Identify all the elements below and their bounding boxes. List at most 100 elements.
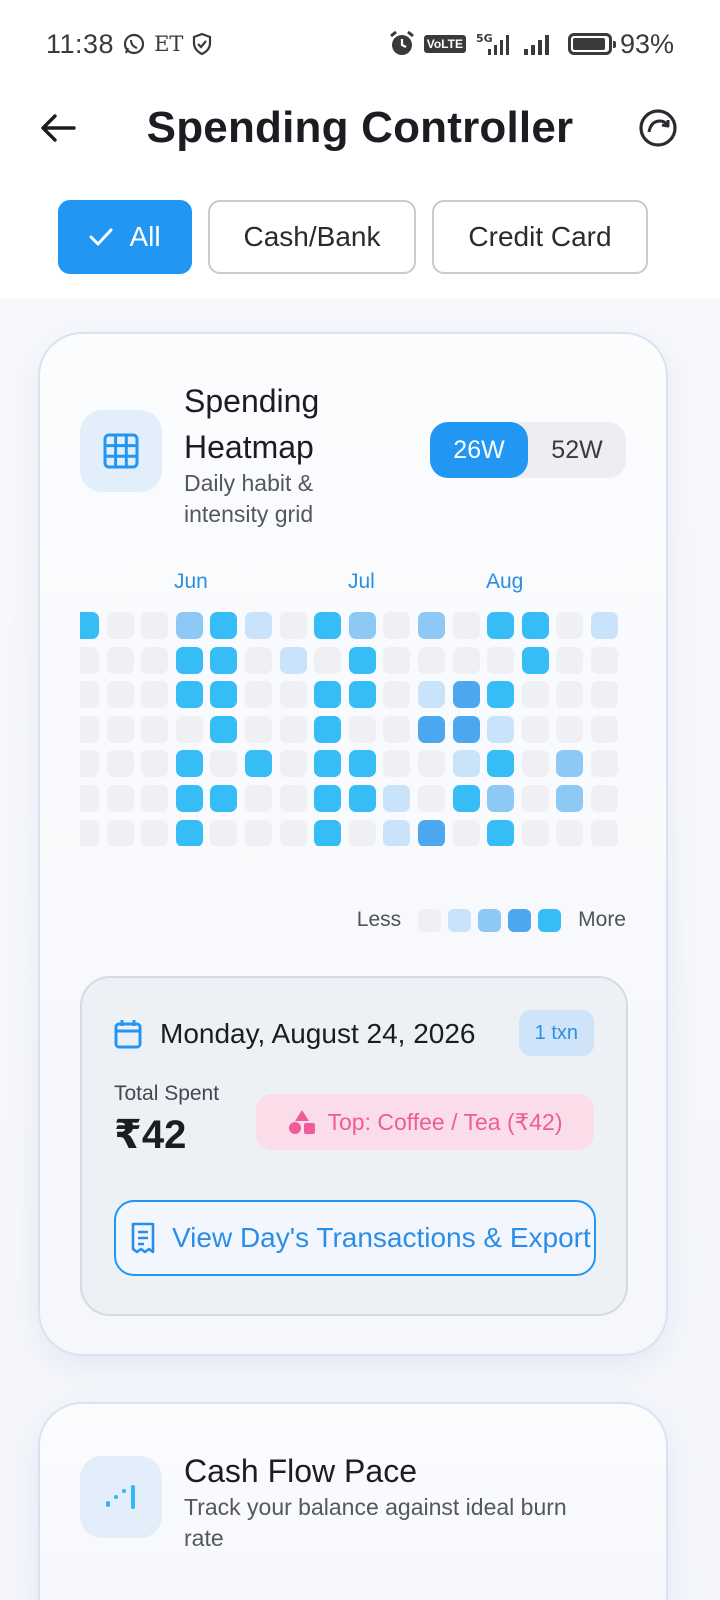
heatmap-cell[interactable] bbox=[279, 785, 307, 812]
heatmap-cell[interactable] bbox=[383, 785, 411, 812]
heatmap-cell[interactable] bbox=[80, 612, 99, 639]
heatmap-cell[interactable] bbox=[141, 785, 169, 812]
heatmap-cell[interactable] bbox=[106, 646, 134, 674]
heatmap-cell[interactable] bbox=[487, 715, 515, 743]
heatmap-cell[interactable] bbox=[175, 715, 203, 743]
range-toggle-52w[interactable]: 52W bbox=[528, 422, 626, 478]
heatmap-cell[interactable] bbox=[245, 785, 272, 812]
heatmap-cell[interactable] bbox=[245, 750, 272, 778]
heatmap-cell[interactable] bbox=[556, 612, 584, 639]
heatmap-cell[interactable] bbox=[106, 785, 134, 812]
heatmap-cell[interactable] bbox=[245, 819, 272, 846]
heatmap-cell[interactable] bbox=[80, 715, 99, 743]
heatmap-cell[interactable] bbox=[591, 785, 618, 812]
heatmap-cell[interactable] bbox=[383, 646, 411, 674]
heatmap-cell[interactable] bbox=[175, 612, 203, 639]
heatmap-cell[interactable] bbox=[591, 750, 618, 778]
heatmap-cell[interactable] bbox=[556, 819, 584, 846]
back-button[interactable] bbox=[36, 106, 80, 150]
heatmap-cell[interactable] bbox=[383, 715, 411, 743]
heatmap-cell[interactable] bbox=[106, 819, 134, 846]
heatmap-cell[interactable] bbox=[383, 819, 411, 846]
range-toggle-26w[interactable]: 26W bbox=[430, 422, 528, 478]
heatmap-cell[interactable] bbox=[487, 646, 515, 674]
heatmap-cell[interactable] bbox=[521, 715, 549, 743]
heatmap-cell[interactable] bbox=[521, 750, 549, 778]
heatmap-cell[interactable] bbox=[279, 681, 307, 709]
heatmap-cell[interactable] bbox=[383, 750, 411, 778]
heatmap-cell[interactable] bbox=[141, 715, 169, 743]
heatmap-cell[interactable] bbox=[591, 646, 618, 674]
heatmap-cell[interactable] bbox=[210, 819, 238, 846]
heatmap-cell[interactable] bbox=[141, 819, 169, 846]
heatmap-cell[interactable] bbox=[106, 612, 134, 639]
heatmap-cell[interactable] bbox=[487, 785, 515, 812]
heatmap-cell[interactable] bbox=[245, 715, 272, 743]
heatmap-cell[interactable] bbox=[210, 681, 238, 709]
heatmap-cell[interactable] bbox=[210, 715, 238, 743]
heatmap-cell[interactable] bbox=[245, 612, 272, 639]
heatmap-cell[interactable] bbox=[348, 681, 376, 709]
heatmap-cell[interactable] bbox=[210, 612, 238, 639]
heatmap-cell[interactable] bbox=[245, 646, 272, 674]
heatmap-cell[interactable] bbox=[141, 681, 169, 709]
heatmap-cell[interactable] bbox=[279, 750, 307, 778]
heatmap-cell[interactable] bbox=[418, 785, 445, 812]
heatmap-cell[interactable] bbox=[279, 612, 307, 639]
heatmap-cell[interactable] bbox=[418, 612, 445, 639]
heatmap-cell[interactable] bbox=[591, 681, 618, 709]
heatmap-cell[interactable] bbox=[80, 681, 99, 709]
heatmap-cell[interactable] bbox=[348, 785, 376, 812]
heatmap-cell[interactable] bbox=[487, 681, 515, 709]
heatmap-cell[interactable] bbox=[348, 715, 376, 743]
heatmap-cell[interactable] bbox=[175, 785, 203, 812]
heatmap-cell[interactable] bbox=[175, 750, 203, 778]
heatmap-cell[interactable] bbox=[418, 819, 445, 846]
heatmap-cell[interactable] bbox=[106, 681, 134, 709]
heatmap-cell[interactable] bbox=[348, 646, 376, 674]
heatmap-cell[interactable] bbox=[452, 715, 480, 743]
heatmap-cell[interactable] bbox=[314, 715, 342, 743]
heatmap-cell[interactable] bbox=[175, 819, 203, 846]
heatmap-cell[interactable] bbox=[521, 785, 549, 812]
heatmap-cell[interactable] bbox=[487, 819, 515, 846]
heatmap-cell[interactable] bbox=[521, 646, 549, 674]
heatmap-cell[interactable] bbox=[556, 681, 584, 709]
heatmap-cell[interactable] bbox=[141, 750, 169, 778]
heatmap-cell[interactable] bbox=[383, 681, 411, 709]
heatmap-cell[interactable] bbox=[175, 681, 203, 709]
heatmap-cell[interactable] bbox=[418, 646, 445, 674]
heatmap-cell[interactable] bbox=[591, 819, 618, 846]
heatmap-cell[interactable] bbox=[452, 646, 480, 674]
heatmap-cell[interactable] bbox=[80, 819, 99, 846]
heatmap-cell[interactable] bbox=[591, 612, 618, 639]
heatmap-cell[interactable] bbox=[418, 750, 445, 778]
heatmap-cell[interactable] bbox=[487, 612, 515, 639]
heatmap-cell[interactable] bbox=[210, 646, 238, 674]
heatmap-cell[interactable] bbox=[418, 681, 445, 709]
heatmap-cell[interactable] bbox=[556, 785, 584, 812]
heatmap-cell[interactable] bbox=[591, 715, 618, 743]
view-day-transactions-button[interactable]: View Day's Transactions & Export bbox=[114, 1200, 596, 1276]
heatmap-cell[interactable] bbox=[80, 750, 99, 778]
heatmap-cell[interactable] bbox=[348, 750, 376, 778]
heatmap-cell[interactable] bbox=[141, 646, 169, 674]
heatmap-cell[interactable] bbox=[452, 681, 480, 709]
heatmap-cell[interactable] bbox=[452, 750, 480, 778]
filter-chip-credit-card[interactable]: Credit Card bbox=[432, 200, 648, 274]
heatmap-cell[interactable] bbox=[452, 612, 480, 639]
heatmap-cell[interactable] bbox=[80, 646, 99, 674]
heatmap-cell[interactable] bbox=[245, 681, 272, 709]
heatmap-cell[interactable] bbox=[556, 646, 584, 674]
filter-chip-cash-bank[interactable]: Cash/Bank bbox=[208, 200, 416, 274]
heatmap-cell[interactable] bbox=[452, 785, 480, 812]
heatmap-cell[interactable] bbox=[314, 750, 342, 778]
heatmap-cell[interactable] bbox=[521, 612, 549, 639]
heatmap-cell[interactable] bbox=[210, 785, 238, 812]
heatmap-cell[interactable] bbox=[452, 819, 480, 846]
heatmap-cell[interactable] bbox=[279, 715, 307, 743]
heatmap-cell[interactable] bbox=[314, 819, 342, 846]
heatmap-cell[interactable] bbox=[210, 750, 238, 778]
heatmap-cell[interactable] bbox=[418, 715, 445, 743]
heatmap-cell[interactable] bbox=[279, 646, 307, 674]
